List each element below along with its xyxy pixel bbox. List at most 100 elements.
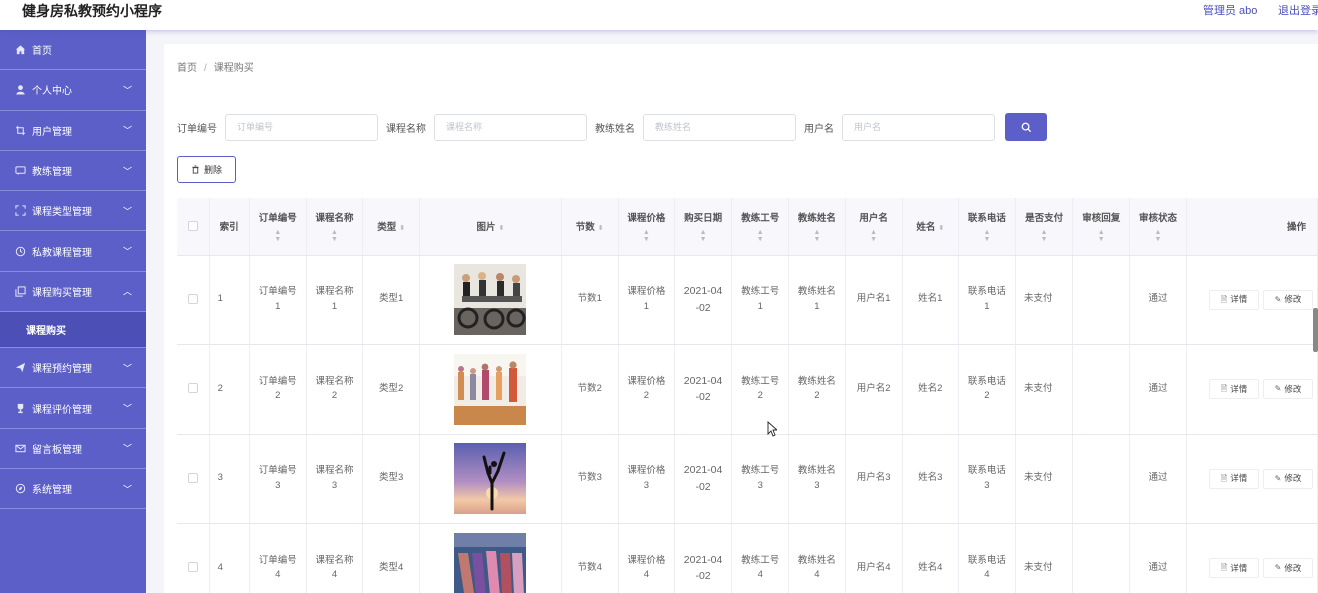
header-paid[interactable]: 是否支付 ▲ ▼ bbox=[1015, 198, 1074, 256]
row-checkbox[interactable] bbox=[187, 293, 198, 304]
header-phone[interactable]: 联系电话 ▲ ▼ bbox=[958, 198, 1017, 256]
header-reply[interactable]: 审核回复 ▲ ▼ bbox=[1072, 198, 1131, 256]
delete-button[interactable]: 删除 bbox=[177, 156, 236, 183]
detail-button[interactable]: 🗎 详情 bbox=[1209, 289, 1259, 310]
sidebar-item-5[interactable]: 私教课程管理 ﹀ bbox=[0, 231, 146, 272]
sort-icon[interactable]: ⬍ bbox=[598, 225, 604, 232]
header-sessions[interactable]: 节数 ⬍ bbox=[561, 198, 619, 256]
row-select-cell bbox=[177, 255, 210, 345]
header-order-no[interactable]: 订单编号 ▲ ▼ bbox=[249, 198, 307, 256]
detail-button[interactable]: 🗎 详情 bbox=[1209, 468, 1259, 489]
sort-icon[interactable]: ▲ ▼ bbox=[848, 229, 900, 243]
sort-icon[interactable]: ▲ ▼ bbox=[1132, 229, 1183, 243]
cell-sessions: 节数2 bbox=[561, 344, 619, 435]
sidebar-item-1[interactable]: 个人中心 ﹀ bbox=[0, 70, 146, 111]
admin-label: 管理员 abo bbox=[1203, 5, 1258, 17]
cell-type: 类型4 bbox=[362, 523, 421, 593]
order-no-input[interactable] bbox=[225, 113, 378, 141]
sidebar-item-3[interactable]: 教练管理 ﹀ bbox=[0, 151, 146, 192]
edit-button[interactable]: ✎ 修改 bbox=[1263, 289, 1313, 310]
header-coach-no[interactable]: 教练工号 ▲ ▼ bbox=[731, 198, 790, 256]
document-icon: 🗎 bbox=[1220, 294, 1228, 304]
sort-icon[interactable]: ⬍ bbox=[399, 225, 405, 232]
cell-username: 用户名3 bbox=[845, 434, 903, 524]
mail-icon bbox=[14, 442, 26, 454]
sidebar-item-6[interactable]: 课程购买管理 ︿ bbox=[0, 272, 146, 313]
edit-icon: ✎ bbox=[1274, 384, 1282, 394]
table-row: 1 订单编号 1 课程名称 1 类型1 节数1 课程价格 1 2021-04 -02 教练工号 1 教练姓… bbox=[177, 255, 1318, 345]
select-all-header bbox=[177, 198, 210, 256]
row-checkbox[interactable] bbox=[187, 562, 198, 573]
cell-actions: 🗎 详情 ✎ 修改 bbox=[1186, 523, 1318, 593]
sort-icon[interactable]: ▲ ▼ bbox=[961, 229, 1013, 243]
cell-reply bbox=[1072, 344, 1131, 435]
sidebar-item-9[interactable]: 留言板管理 ﹀ bbox=[0, 429, 146, 469]
search-button[interactable] bbox=[1005, 113, 1047, 141]
row-checkbox[interactable] bbox=[187, 472, 198, 483]
sort-icon[interactable]: ▲ ▼ bbox=[677, 229, 729, 243]
breadcrumb-home[interactable]: 首页 bbox=[177, 63, 197, 74]
sort-icon[interactable]: ▲ ▼ bbox=[791, 229, 842, 243]
row-select-cell bbox=[177, 344, 210, 435]
header-name[interactable]: 姓名 ⬍ bbox=[902, 198, 959, 256]
sidebar-item-label: 个人中心 bbox=[32, 86, 72, 98]
sidebar-item-0[interactable]: 首页 bbox=[0, 30, 146, 71]
coach-name-label: 教练姓名 bbox=[595, 123, 635, 135]
table-row: 4 订单编号 4 课程名称 4 类型4 节数4 课程价格 4 2021-04 -02 教练工号 4 教练姓… bbox=[177, 523, 1318, 593]
sidebar-item-7[interactable]: 课程预约管理 ﹀ bbox=[0, 348, 146, 389]
header-coach-name[interactable]: 教练姓名 ▲ ▼ bbox=[788, 198, 846, 256]
sort-icon[interactable]: ▲ ▼ bbox=[734, 229, 786, 243]
sidebar-item-8[interactable]: 课程评价管理 ﹀ bbox=[0, 388, 146, 429]
row-select-cell bbox=[177, 523, 210, 593]
logout-link[interactable]: 退出登录 bbox=[1278, 2, 1318, 18]
detail-button[interactable]: 🗎 详情 bbox=[1209, 379, 1259, 400]
edit-button[interactable]: ✎ 修改 bbox=[1263, 468, 1313, 489]
document-icon: 🗎 bbox=[1220, 384, 1228, 394]
header-buy-date[interactable]: 购买日期 ▲ ▼ bbox=[674, 198, 733, 256]
edit-button[interactable]: ✎ 修改 bbox=[1263, 558, 1313, 579]
sort-icon[interactable]: ▲ ▼ bbox=[252, 229, 304, 243]
course-name-input[interactable] bbox=[434, 113, 587, 141]
header-status[interactable]: 审核状态 ▲ ▼ bbox=[1129, 198, 1187, 256]
header-price[interactable]: 课程价格 ▲ ▼ bbox=[618, 198, 675, 256]
sidebar-subitem-active[interactable]: 课程购买 bbox=[0, 312, 146, 349]
header-type[interactable]: 类型 ⬍ bbox=[362, 198, 421, 256]
sort-icon[interactable]: ▲ ▼ bbox=[309, 229, 360, 243]
sort-icon[interactable]: ▲ ▼ bbox=[621, 229, 672, 243]
header-course-name[interactable]: 课程名称 ▲ ▼ bbox=[306, 198, 364, 256]
row-checkbox[interactable] bbox=[187, 383, 198, 394]
edit-button[interactable]: ✎ 修改 bbox=[1263, 379, 1313, 400]
sort-icon[interactable]: ⬍ bbox=[938, 225, 944, 232]
sidebar-item-4[interactable]: 课程类型管理 ﹀ bbox=[0, 191, 146, 232]
chevron-down-icon: ﹀ bbox=[122, 246, 132, 257]
table-row: 3 订单编号 3 课程名称 3 类型3 节数3 课程价格 3 2021-04 -02 教练工号 3 教练姓… bbox=[177, 434, 1318, 524]
sidebar-item-label: 系统管理 bbox=[32, 485, 72, 497]
sort-icon[interactable]: ▲ ▼ bbox=[1018, 229, 1070, 243]
sidebar-item-label: 课程评价管理 bbox=[32, 404, 92, 416]
select-all-checkbox[interactable] bbox=[187, 221, 198, 232]
cell-phone: 联系电话 2 bbox=[958, 344, 1017, 435]
edit-icon: ✎ bbox=[1274, 563, 1282, 573]
header-image[interactable]: 图片 ⬍ bbox=[419, 198, 562, 256]
header-actions: 操作 bbox=[1186, 198, 1318, 256]
sidebar-item-2[interactable]: 用户管理 ﹀ bbox=[0, 111, 146, 151]
scrollbar-thumb[interactable] bbox=[1313, 308, 1318, 352]
cell-type: 类型3 bbox=[362, 434, 421, 524]
compass-icon bbox=[14, 483, 26, 495]
cell-name: 姓名2 bbox=[902, 344, 959, 435]
edit-icon: ✎ bbox=[1274, 294, 1282, 304]
username-input[interactable] bbox=[842, 113, 995, 141]
cell-order-no: 订单编号 2 bbox=[249, 344, 307, 435]
table-row: 2 订单编号 2 课程名称 2 类型2 节数2 课程价格 2 2021-04 -02 教练工号 2 教练姓… bbox=[177, 344, 1318, 435]
sort-icon[interactable]: ⬍ bbox=[499, 225, 505, 232]
header-username[interactable]: 用户名 ▲ ▼ bbox=[845, 198, 903, 256]
chevron-down-icon: ﹀ bbox=[122, 443, 132, 454]
trophy-icon bbox=[14, 402, 26, 414]
cell-username: 用户名4 bbox=[845, 523, 903, 593]
detail-button[interactable]: 🗎 详情 bbox=[1209, 558, 1259, 579]
cell-paid: 未支付 bbox=[1015, 344, 1074, 435]
cell-image bbox=[419, 344, 562, 435]
sidebar-item-10[interactable]: 系统管理 ﹀ bbox=[0, 469, 146, 510]
sort-icon[interactable]: ▲ ▼ bbox=[1075, 229, 1127, 243]
coach-name-input[interactable] bbox=[643, 113, 796, 141]
